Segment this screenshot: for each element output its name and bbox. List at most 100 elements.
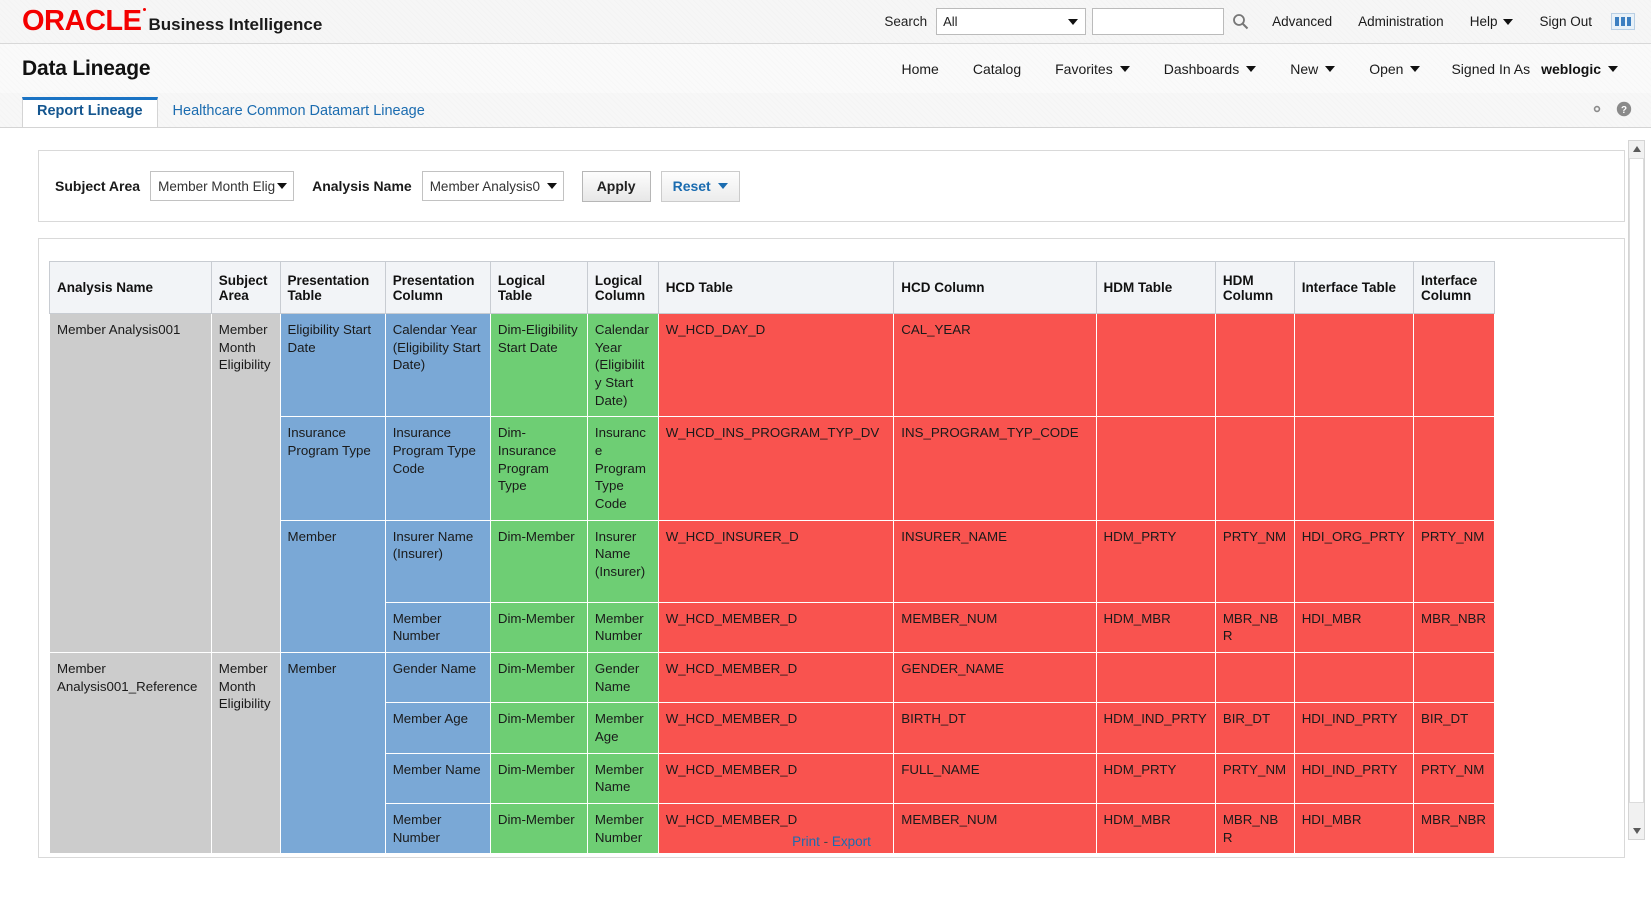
cell-hcd-table: W_HCD_MEMBER_D [657, 752, 895, 805]
cell-subject-area: Member Month Eligibility [210, 312, 281, 654]
lineage-result-panel: Analysis Name Subject Area Presentation … [38, 238, 1625, 858]
product-name: Business Intelligence [148, 15, 323, 34]
table-row: Member Analysis001_Reference Member Month… [49, 652, 1495, 855]
user-menu[interactable]: weblogic [1534, 61, 1618, 77]
sign-out-link[interactable]: Sign Out [1539, 14, 1592, 29]
col-hdm-column[interactable]: HDM Column [1214, 261, 1295, 314]
signed-in-as-label: Signed In As [1451, 60, 1531, 77]
global-header-right: Search All Advanced Administration Help … [884, 8, 1635, 35]
reset-button[interactable]: Reset [660, 170, 740, 202]
analysis-name-select[interactable]: Member Analysis0 [421, 171, 564, 201]
export-link[interactable]: Export [832, 834, 871, 849]
administration-label: Administration [1358, 14, 1444, 29]
chevron-down-icon [277, 183, 288, 189]
help-menu[interactable]: Help [1470, 14, 1514, 29]
gear-icon[interactable] [1588, 100, 1606, 123]
search-input[interactable] [1092, 8, 1225, 35]
cell-presentation-column: Insurance Program Type Code [384, 416, 491, 521]
col-analysis-name[interactable]: Analysis Name [49, 261, 212, 314]
help-circle-icon[interactable]: ? [1615, 100, 1633, 123]
cell-presentation-column: Member Number [384, 601, 491, 654]
sign-out-label: Sign Out [1539, 14, 1592, 29]
cell-hcd-column: CAL_YEAR [893, 312, 1097, 418]
advanced-label: Advanced [1272, 14, 1333, 29]
tab-report-lineage[interactable]: Report Lineage [22, 96, 158, 127]
col-hcd-column[interactable]: HCD Column [893, 261, 1097, 314]
oracle-wordmark: ORACLE [22, 5, 147, 37]
chevron-down-icon [1325, 65, 1336, 72]
cell-interface-column [1413, 652, 1495, 704]
scroll-down-arrow-icon[interactable] [1629, 823, 1644, 839]
cell-analysis-name: Member Analysis001_Reference [49, 652, 212, 855]
nav-home[interactable]: Home [902, 61, 939, 77]
cell-hcd-column: INSURER_NAME [893, 519, 1097, 603]
cell-hdm-column [1214, 652, 1295, 704]
cell-logical-table: Dim-Member [489, 519, 588, 603]
cell-hcd-column: INS_PROGRAM_TYP_CODE [893, 416, 1097, 521]
tab-strip-icons: ? [1588, 100, 1651, 127]
subject-area-value: Member Month Elig [158, 178, 276, 194]
advanced-link[interactable]: Advanced [1272, 14, 1332, 29]
nav-new[interactable]: New [1290, 61, 1336, 77]
search-scope-select[interactable]: All [936, 8, 1087, 35]
oracle-logo[interactable]: ORACLE Business Intelligence [22, 7, 322, 36]
administration-link[interactable]: Administration [1358, 14, 1444, 29]
cell-presentation-column: Gender Name [384, 652, 491, 704]
app-grid-icon[interactable] [1611, 13, 1635, 30]
cell-hdm-column: MBR_NBR [1214, 601, 1295, 654]
cell-interface-table: HDI_IND_PRTY [1293, 702, 1415, 754]
col-hcd-table[interactable]: HCD Table [657, 261, 895, 314]
cell-hcd-column: BIRTH_DT [893, 702, 1097, 754]
col-subject-area[interactable]: Subject Area [210, 261, 281, 314]
chevron-down-icon [1246, 65, 1257, 72]
tab-healthcare-common-datamart-lineage[interactable]: Healthcare Common Datamart Lineage [158, 98, 440, 127]
signed-in-user: weblogic [1541, 60, 1601, 77]
nav-favorites[interactable]: Favorites [1055, 61, 1130, 77]
col-logical-table[interactable]: Logical Table [489, 261, 588, 314]
cell-hcd-table: W_HCD_INSURER_D [657, 519, 895, 603]
print-link[interactable]: Print [792, 834, 820, 849]
nav-catalog[interactable]: Catalog [973, 61, 1021, 77]
cell-logical-table: Dim-Insurance Program Type [489, 416, 588, 521]
cell-presentation-table: Member [279, 519, 386, 654]
cell-presentation-column: Insurer Name (Insurer) [384, 519, 491, 603]
subject-area-select[interactable]: Member Month Elig [150, 171, 295, 201]
reset-label: Reset [672, 178, 711, 194]
chevron-down-icon [1503, 18, 1514, 25]
scrollbar-thumb[interactable] [1629, 158, 1644, 803]
cell-logical-column: Gender Name [586, 652, 659, 704]
cell-logical-column: Member Number [586, 601, 659, 654]
cell-hcd-table: W_HCD_DAY_D [657, 312, 895, 418]
help-label: Help [1469, 14, 1498, 29]
vertical-scrollbar[interactable] [1628, 140, 1645, 840]
cell-hdm-table: HDM_PRTY [1095, 519, 1216, 603]
cell-interface-column [1413, 312, 1495, 418]
col-interface-column[interactable]: Interface Column [1413, 261, 1495, 314]
col-logical-column[interactable]: Logical Column [586, 261, 659, 314]
lineage-table: Analysis Name Subject Area Presentation … [49, 261, 1495, 855]
cell-interface-column: BIR_DT [1413, 702, 1495, 754]
cell-hcd-table: W_HCD_MEMBER_D [657, 652, 895, 704]
cell-subject-area: Member Month Eligibility [210, 652, 281, 855]
analysis-name-label: Analysis Name [312, 178, 412, 194]
cell-presentation-column: Member Age [384, 702, 491, 754]
cell-logical-table: Dim-Eligibility Start Date [489, 312, 588, 418]
cell-hdm-column: PRTY_NM [1214, 519, 1295, 603]
cell-presentation-table: Eligibility Start Date [279, 312, 386, 418]
search-icon[interactable] [1232, 13, 1249, 30]
cell-hcd-table: W_HCD_MEMBER_D [657, 702, 895, 754]
search-scope-value: All [943, 14, 958, 29]
nav-dashboards[interactable]: Dashboards [1164, 61, 1257, 77]
col-hdm-table[interactable]: HDM Table [1095, 261, 1216, 314]
cell-hdm-table: HDM_IND_PRTY [1095, 702, 1216, 754]
col-presentation-column[interactable]: Presentation Column [384, 261, 491, 314]
scroll-up-arrow-icon[interactable] [1629, 141, 1644, 157]
search-label: Search [884, 14, 928, 29]
col-presentation-table[interactable]: Presentation Table [279, 261, 386, 314]
col-interface-table[interactable]: Interface Table [1293, 261, 1415, 314]
nav-home-label: Home [901, 60, 939, 77]
cell-hdm-table: HDM_MBR [1095, 601, 1216, 654]
cell-interface-table [1293, 416, 1415, 521]
nav-open[interactable]: Open [1369, 61, 1421, 77]
apply-button[interactable]: Apply [581, 170, 651, 202]
